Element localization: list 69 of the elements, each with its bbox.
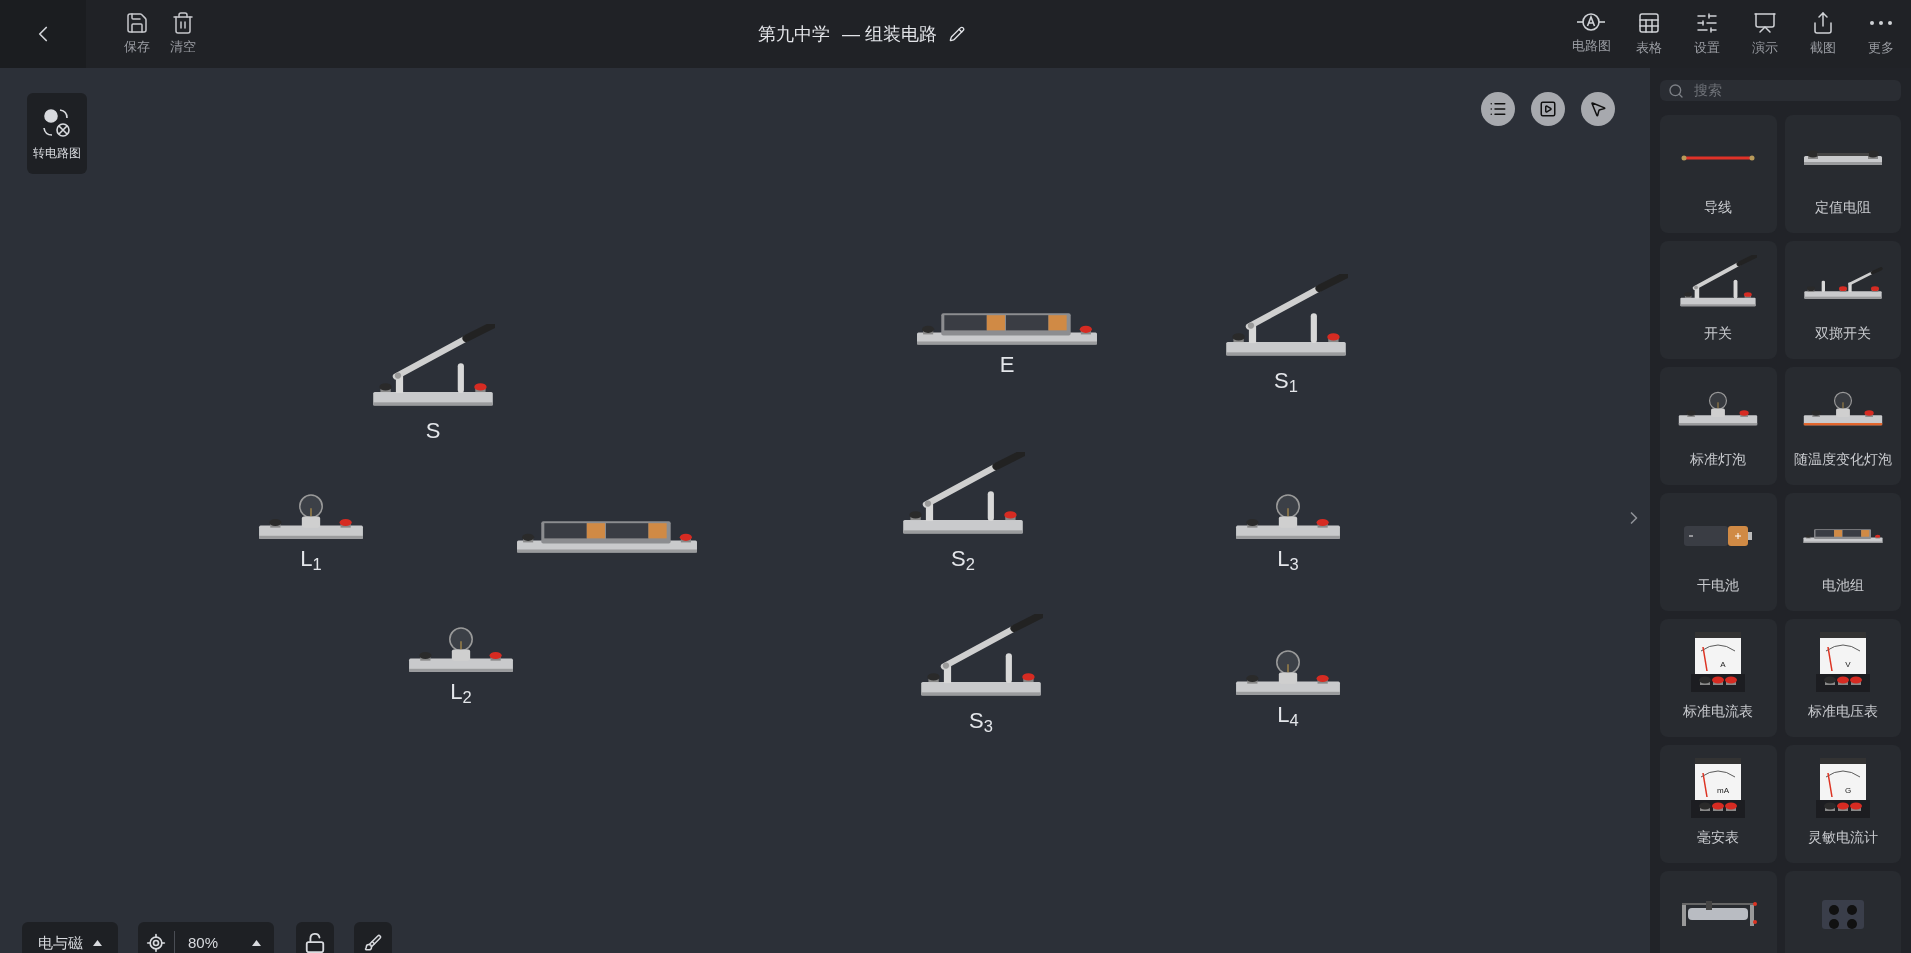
- save-button[interactable]: 保存: [124, 11, 150, 57]
- component-card[interactable]: 导线: [1660, 115, 1777, 233]
- component-card[interactable]: 定值电阻: [1784, 115, 1901, 233]
- search-field[interactable]: 搜索: [1660, 80, 1901, 101]
- component-card[interactable]: 随温度变化灯泡: [1784, 367, 1901, 485]
- presentation-icon: [1753, 10, 1777, 35]
- school-name: 第九中学: [758, 22, 830, 46]
- toolbar-button[interactable]: 电路图: [1567, 10, 1615, 58]
- brush-icon: [364, 934, 382, 952]
- meter-needle: [1827, 772, 1833, 798]
- settings-icon: [1695, 10, 1719, 35]
- component-card[interactable]: 电池组: [1784, 493, 1901, 611]
- component-card[interactable]: 标准灯泡: [1660, 367, 1777, 485]
- component-label: S: [425, 417, 441, 444]
- more-icon: [1870, 20, 1892, 25]
- component-label: L$_{1}$: [300, 545, 322, 572]
- trash-icon: [171, 11, 195, 36]
- unlock-icon: [304, 932, 326, 953]
- zoom-dropdown[interactable]: 80%: [175, 931, 274, 953]
- domain-dropdown[interactable]: 电与磁: [22, 922, 118, 953]
- component-card[interactable]: 开关: [1660, 241, 1777, 359]
- caret-icon: [252, 940, 261, 946]
- list-icon: [1489, 100, 1507, 118]
- toolbar-button[interactable]: 表格: [1625, 10, 1673, 58]
- component-label: S$_{2}$: [951, 545, 975, 572]
- save-icon: [125, 11, 149, 36]
- dial-letter: mA: [1717, 786, 1730, 795]
- component-label: E: [999, 351, 1015, 378]
- pointer-icon: [1589, 100, 1607, 118]
- search-input[interactable]: 搜索: [1694, 80, 1893, 101]
- project-title: — 组装电路: [842, 22, 937, 46]
- locate-icon[interactable]: [146, 933, 166, 953]
- component-card[interactable]: 双掷开关: [1784, 241, 1901, 359]
- convert-to-diagram-button[interactable]: 转电路图: [27, 93, 87, 174]
- meter-needle: [1702, 772, 1708, 798]
- brush-button[interactable]: [354, 922, 392, 953]
- play-button[interactable]: [1531, 92, 1565, 126]
- play-icon: [1539, 100, 1557, 118]
- component-label: S$_{3}$: [969, 707, 993, 734]
- clear-button[interactable]: 清空: [170, 11, 196, 57]
- toolbar-button[interactable]: 截图: [1799, 10, 1847, 58]
- toolbar-button[interactable]: 设置: [1683, 10, 1731, 58]
- component-card[interactable]: V 标准电压表: [1784, 619, 1901, 737]
- dial-letter: A: [1720, 660, 1726, 669]
- share-icon: [1811, 10, 1835, 35]
- component-label: L$_{3}$: [1277, 545, 1299, 572]
- search-icon: [1668, 82, 1684, 99]
- component-label: S$_{1}$: [1274, 367, 1298, 394]
- component-card[interactable]: A 标准电流表: [1660, 619, 1777, 737]
- dial-letter: G: [1844, 786, 1851, 795]
- meter-needle: [1827, 646, 1833, 672]
- caret-icon: [93, 940, 102, 946]
- meter-needle: [1702, 646, 1708, 672]
- pointer-button[interactable]: [1581, 92, 1615, 126]
- component-label: L$_{2}$: [450, 678, 472, 705]
- ammeter-symbol-icon: [1576, 10, 1606, 33]
- toolbar-button[interactable]: 演示: [1741, 10, 1789, 58]
- component-card[interactable]: 干电池: [1660, 493, 1777, 611]
- list-button[interactable]: [1481, 92, 1515, 126]
- component-card[interactable]: G 灵敏电流计: [1784, 745, 1901, 863]
- battery-cell-drawing: [1683, 524, 1754, 548]
- toolbar-button[interactable]: 更多: [1857, 10, 1905, 58]
- lock-button[interactable]: [296, 922, 334, 953]
- dial-letter: V: [1845, 660, 1851, 669]
- edit-icon[interactable]: [949, 26, 965, 42]
- component-label: L$_{4}$: [1277, 701, 1299, 728]
- table-icon: [1637, 10, 1661, 35]
- resistance-box-drawing: [1820, 899, 1865, 929]
- component-card[interactable]: mA 毫安表: [1660, 745, 1777, 863]
